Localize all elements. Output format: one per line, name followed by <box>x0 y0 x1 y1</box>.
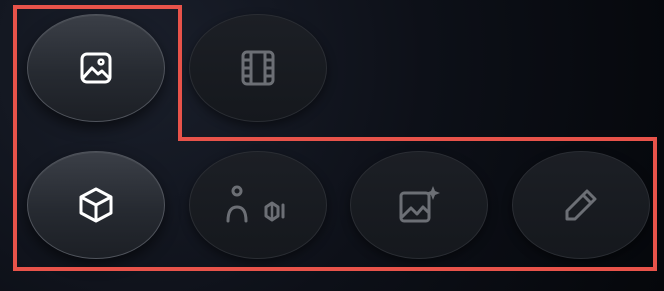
image-tool-button[interactable] <box>27 14 165 122</box>
film-icon <box>241 50 275 86</box>
avatar-tool-button[interactable] <box>189 151 327 259</box>
cube-icon <box>79 187 113 223</box>
video-tool-button[interactable] <box>189 14 327 122</box>
image-ai-tool-button[interactable] <box>350 151 488 259</box>
pencil-icon <box>565 189 597 221</box>
edit-tool-button[interactable] <box>512 151 650 259</box>
person-shield-icon <box>226 185 285 223</box>
3d-tool-button[interactable] <box>27 151 165 259</box>
image-sparkle-icon <box>399 186 440 223</box>
tool-palette <box>0 0 664 291</box>
image-icon <box>80 52 112 84</box>
